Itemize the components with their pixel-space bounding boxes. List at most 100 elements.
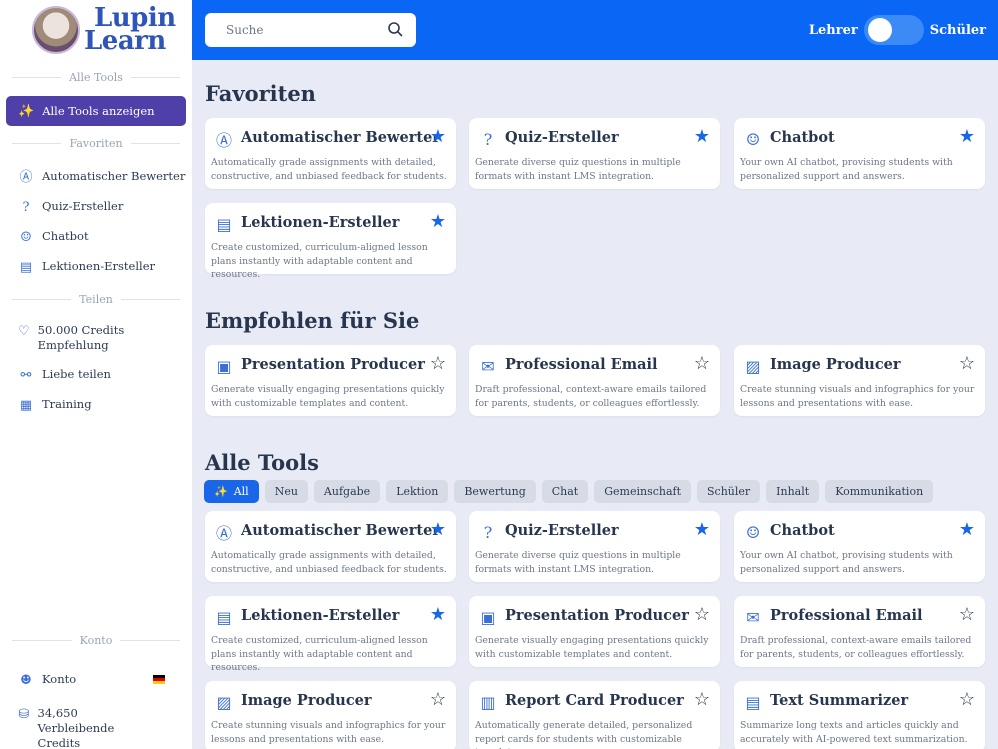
filter-chip-all[interactable]: ✨ All [204, 480, 259, 503]
filter-chip-aufgabe[interactable]: Aufgabe [313, 480, 381, 503]
tool-card-grader[interactable]: Ⓐ Automatischer Bewerter ★ Automatically… [205, 118, 456, 189]
star-filled-icon[interactable]: ★ [430, 211, 446, 232]
brand-name-line2: Learn [84, 26, 166, 56]
user-icon: ☻ [20, 672, 32, 688]
search-placeholder: Suche [226, 23, 264, 37]
section-header-all-tools: Alle Tools [12, 71, 181, 84]
filter-chip-gemeinschaft[interactable]: Gemeinschaft [594, 480, 692, 503]
star-filled-icon[interactable]: ★ [430, 519, 446, 540]
sidebar-item-referral[interactable]: ♡ 50.000 Credits Empfehlung [18, 323, 128, 353]
german-flag-icon[interactable] [153, 675, 165, 684]
role-toggle[interactable] [863, 15, 924, 45]
star-filled-icon[interactable]: ★ [959, 126, 975, 147]
tool-description: Create stunning visuals and infographics… [740, 384, 975, 409]
star-filled-icon[interactable]: ★ [430, 604, 446, 625]
tool-title: Image Producer [770, 356, 901, 373]
star-filled-icon[interactable]: ★ [430, 126, 446, 147]
sidebar-item-credits[interactable]: ⛁ 34,650 Verbleibende Credits [18, 706, 158, 749]
tool-description: Your own AI chatbot, provising students … [740, 157, 953, 182]
tool-card-email[interactable]: ✉ Professional Email ☆ Draft professiona… [734, 596, 985, 667]
tool-card-lesson[interactable]: ▤ Lektionen-Ersteller ★ Create customize… [205, 203, 456, 280]
sidebar-item-lesson[interactable]: ▤ Lektionen-Ersteller [18, 259, 155, 275]
show-all-tools-button[interactable]: ✨ Alle Tools anzeigen [6, 96, 186, 126]
star-outline-icon[interactable]: ☆ [959, 689, 975, 710]
section-title-recommended: Empfohlen für Sie [205, 308, 420, 333]
filter-chip-kommunikation[interactable]: Kommunikation [825, 480, 934, 503]
sidebar-item-label: 34,650 Verbleibende Credits [37, 706, 115, 749]
training-icon: ▦ [19, 397, 33, 413]
tool-card-image[interactable]: ▨ Image Producer ☆ Create stunning visua… [205, 681, 456, 749]
tool-card-grader[interactable]: Ⓐ Automatischer Bewerter ★ Automatically… [205, 511, 456, 582]
sidebar-item-quiz[interactable]: ? Quiz-Ersteller [18, 199, 124, 215]
filter-chip-lektion[interactable]: Lektion [386, 480, 449, 503]
tool-title: Report Card Producer [505, 692, 684, 709]
tool-card-summarizer[interactable]: ▤ Text Summarizer ☆ Summarize long texts… [734, 681, 985, 749]
quiz-icon: ? [483, 129, 493, 149]
toggle-knob [867, 18, 892, 42]
tool-description: Automatically grade assignments with det… [211, 157, 447, 182]
robot-icon: ☺ [745, 522, 761, 542]
tool-card-chatbot[interactable]: ☺ Chatbot ★ Your own AI chatbot, provisi… [734, 511, 985, 582]
tool-card-presentation[interactable]: ▣ Presentation Producer ☆ Generate visua… [205, 345, 456, 416]
tool-card-quiz[interactable]: ? Quiz-Ersteller ★ Generate diverse quiz… [469, 511, 720, 582]
credits-icon: ⛁ [18, 706, 30, 722]
sidebar-item-label: Liebe teilen [42, 367, 111, 381]
role-teacher-label: Lehrer [808, 22, 858, 38]
sidebar-item-chatbot[interactable]: ☺ Chatbot [18, 229, 88, 245]
report-card-icon: ▥ [480, 692, 496, 712]
section-header-account: Konto [12, 634, 180, 647]
tool-title: Lektionen-Ersteller [241, 607, 400, 624]
search-icon[interactable] [387, 21, 403, 37]
section-title-favorites: Favoriten [205, 81, 316, 106]
star-outline-icon[interactable]: ☆ [694, 604, 710, 625]
sidebar-item-grader[interactable]: Ⓐ Automatischer Bewerter [18, 169, 185, 185]
a-plus-grade-icon: Ⓐ [215, 524, 232, 543]
star-outline-icon[interactable]: ☆ [430, 689, 446, 710]
filter-chip-neu[interactable]: Neu [264, 480, 308, 503]
tool-title: Professional Email [770, 607, 923, 624]
image-icon: ▨ [216, 692, 232, 712]
sidebar-item-account[interactable]: ☻ Konto [18, 672, 76, 688]
search-input[interactable]: Suche [205, 13, 416, 47]
tool-title: Presentation Producer [241, 356, 425, 373]
tool-title: Image Producer [241, 692, 372, 709]
share-icon: ⚯ [20, 367, 32, 383]
tool-card-email[interactable]: ✉ Professional Email ☆ Draft professiona… [469, 345, 720, 416]
email-icon: ✉ [481, 356, 495, 376]
tool-description: Automatically generate detailed, persona… [475, 720, 693, 749]
lesson-board-icon: ▤ [216, 214, 232, 234]
star-filled-icon[interactable]: ★ [694, 519, 710, 540]
filter-chip-chat[interactable]: Chat [541, 480, 589, 503]
tool-card-image[interactable]: ▨ Image Producer ☆ Create stunning visua… [734, 345, 985, 416]
star-outline-icon[interactable]: ☆ [694, 353, 710, 374]
tool-card-presentation[interactable]: ▣ Presentation Producer ☆ Generate visua… [469, 596, 720, 667]
star-filled-icon[interactable]: ★ [959, 519, 975, 540]
tool-card-chatbot[interactable]: ☺ Chatbot ★ Your own AI chatbot, provisi… [734, 118, 985, 189]
heart-hand-icon: ♡ [18, 323, 30, 339]
filter-chip-schueler[interactable]: Schüler [697, 480, 761, 503]
star-outline-icon[interactable]: ☆ [430, 353, 446, 374]
tool-title: Quiz-Ersteller [505, 522, 619, 539]
tool-card-lesson[interactable]: ▤ Lektionen-Ersteller ★ Create customize… [205, 596, 456, 673]
star-outline-icon[interactable]: ☆ [959, 353, 975, 374]
filter-chip-inhalt[interactable]: Inhalt [766, 480, 820, 503]
section-header-favorites: Favoriten [12, 137, 181, 150]
tool-description: Your own AI chatbot, provising students … [740, 550, 953, 575]
star-outline-icon[interactable]: ☆ [694, 689, 710, 710]
sidebar: Lupin Learn Alle Tools ✨ Alle Tools anze… [0, 0, 192, 749]
tool-card-report[interactable]: ▥ Report Card Producer ☆ Automatically g… [469, 681, 720, 749]
presentation-board-icon: ▣ [216, 356, 232, 376]
tool-description: Summarize long texts and articles quickl… [740, 720, 968, 745]
sidebar-item-label: Training [42, 397, 92, 411]
star-filled-icon[interactable]: ★ [694, 126, 710, 147]
brand-logo[interactable]: Lupin Learn [32, 5, 176, 56]
tool-description: Generate visually engaging presentations… [475, 635, 709, 660]
sparkle-tools-icon: ✨ [214, 485, 228, 498]
tool-card-quiz[interactable]: ? Quiz-Ersteller ★ Generate diverse quiz… [469, 118, 720, 189]
sparkle-tools-icon: ✨ [18, 103, 35, 119]
tool-description: Create stunning visuals and infographics… [211, 720, 446, 745]
filter-chip-bewertung[interactable]: Bewertung [454, 480, 536, 503]
sidebar-item-training[interactable]: ▦ Training [18, 397, 92, 413]
star-outline-icon[interactable]: ☆ [959, 604, 975, 625]
sidebar-item-share-love[interactable]: ⚯ Liebe teilen [18, 367, 111, 383]
